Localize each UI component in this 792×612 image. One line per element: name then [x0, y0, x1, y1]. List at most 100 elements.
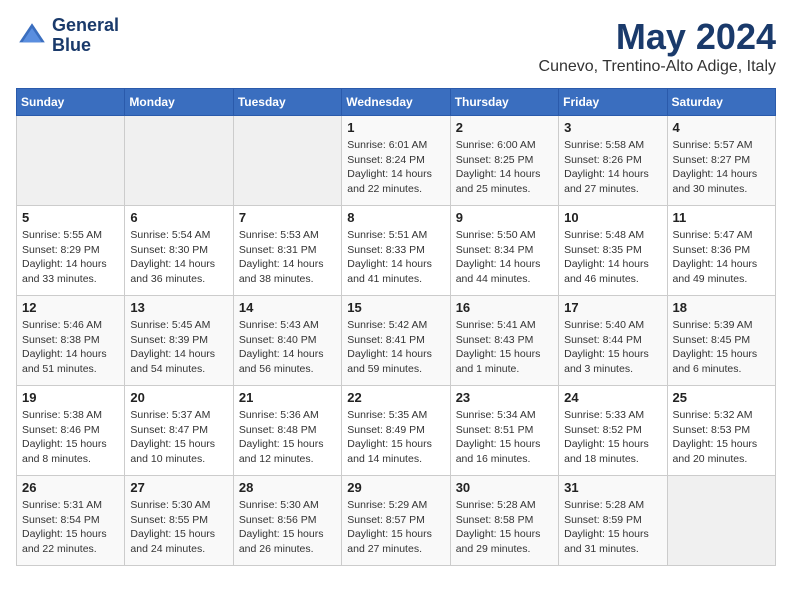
day-info: Sunrise: 5:57 AMSunset: 8:27 PMDaylight:… — [673, 138, 770, 197]
calendar-body: 1Sunrise: 6:01 AMSunset: 8:24 PMDaylight… — [17, 116, 776, 566]
page-header: General Blue May 2024 Cunevo, Trentino-A… — [16, 16, 776, 76]
day-info: Sunrise: 5:41 AMSunset: 8:43 PMDaylight:… — [456, 318, 553, 377]
calendar-cell — [667, 476, 775, 566]
calendar-cell: 17Sunrise: 5:40 AMSunset: 8:44 PMDayligh… — [559, 296, 667, 386]
day-number: 30 — [456, 480, 553, 495]
logo-icon — [16, 20, 48, 52]
calendar-cell: 10Sunrise: 5:48 AMSunset: 8:35 PMDayligh… — [559, 206, 667, 296]
logo: General Blue — [16, 16, 119, 56]
day-info: Sunrise: 5:38 AMSunset: 8:46 PMDaylight:… — [22, 408, 119, 467]
calendar-cell: 18 Sunrise: 5:39 AMSunset: 8:45 PMDayligh… — [667, 296, 775, 386]
day-info: Sunrise: 5:51 AMSunset: 8:33 PMDaylight:… — [347, 228, 444, 287]
day-info: Sunrise: 6:01 AMSunset: 8:24 PMDaylight:… — [347, 138, 444, 197]
calendar-cell: 15 Sunrise: 5:42 AMSunset: 8:41 PMDayligh… — [342, 296, 450, 386]
day-info: Sunrise: 5:50 AMSunset: 8:34 PMDaylight:… — [456, 228, 553, 287]
day-info: Sunrise: 5:31 AMSunset: 8:54 PMDaylight:… — [22, 498, 119, 557]
calendar-cell: 2Sunrise: 6:00 AMSunset: 8:25 PMDaylight… — [450, 116, 558, 206]
calendar-cell: 22 Sunrise: 5:35 AMSunset: 8:49 PMDayligh… — [342, 386, 450, 476]
day-info: Sunrise: 5:53 AMSunset: 8:31 PMDaylight:… — [239, 228, 336, 287]
day-number: 26 — [22, 480, 119, 495]
weekday-header-sunday: Sunday — [17, 89, 125, 116]
calendar-cell: 14 Sunrise: 5:43 AMSunset: 8:40 PMDayligh… — [233, 296, 341, 386]
day-info: Sunrise: 5:28 AMSunset: 8:58 PMDaylight:… — [456, 498, 553, 557]
day-info: Sunrise: 5:28 AMSunset: 8:59 PMDaylight:… — [564, 498, 661, 557]
calendar-cell: 9Sunrise: 5:50 AMSunset: 8:34 PMDaylight… — [450, 206, 558, 296]
day-number: 2 — [456, 120, 553, 135]
calendar-cell: 29Sunrise: 5:29 AMSunset: 8:57 PMDayligh… — [342, 476, 450, 566]
day-number: 20 — [130, 390, 227, 405]
calendar-cell: 28Sunrise: 5:30 AMSunset: 8:56 PMDayligh… — [233, 476, 341, 566]
calendar-table: SundayMondayTuesdayWednesdayThursdayFrid… — [16, 88, 776, 566]
calendar-cell: 30 Sunrise: 5:28 AMSunset: 8:58 PMDayligh… — [450, 476, 558, 566]
day-number: 19 — [22, 390, 119, 405]
calendar-cell: 24Sunrise: 5:33 AMSunset: 8:52 PMDayligh… — [559, 386, 667, 476]
day-number: 22 — [347, 390, 444, 405]
day-number: 8 — [347, 210, 444, 225]
day-info: Sunrise: 5:37 AMSunset: 8:47 PMDaylight:… — [130, 408, 227, 467]
calendar-cell: 27 Sunrise: 5:30 AMSunset: 8:55 PMDayligh… — [125, 476, 233, 566]
day-number: 16 — [456, 300, 553, 315]
day-info: Sunrise: 5:45 AMSunset: 8:39 PMDaylight:… — [130, 318, 227, 377]
calendar-cell: 19 Sunrise: 5:38 AMSunset: 8:46 PMDayligh… — [17, 386, 125, 476]
day-number: 21 — [239, 390, 336, 405]
day-number: 28 — [239, 480, 336, 495]
day-info: Sunrise: 5:58 AMSunset: 8:26 PMDaylight:… — [564, 138, 661, 197]
day-number: 5 — [22, 210, 119, 225]
day-info: Sunrise: 5:32 AMSunset: 8:53 PMDaylight:… — [673, 408, 770, 467]
calendar-cell: 3 Sunrise: 5:58 AMSunset: 8:26 PMDaylight… — [559, 116, 667, 206]
calendar-cell: 21 Sunrise: 5:36 AMSunset: 8:48 PMDayligh… — [233, 386, 341, 476]
location-subtitle: Cunevo, Trentino-Alto Adige, Italy — [539, 58, 776, 76]
day-number: 15 — [347, 300, 444, 315]
logo-text: General Blue — [52, 16, 119, 56]
calendar-cell: 11Sunrise: 5:47 AMSunset: 8:36 PMDayligh… — [667, 206, 775, 296]
weekday-header-thursday: Thursday — [450, 89, 558, 116]
week-row-4: 19 Sunrise: 5:38 AMSunset: 8:46 PMDayligh… — [17, 386, 776, 476]
day-info: Sunrise: 5:36 AMSunset: 8:48 PMDaylight:… — [239, 408, 336, 467]
day-info: Sunrise: 5:42 AMSunset: 8:41 PMDaylight:… — [347, 318, 444, 377]
day-info: Sunrise: 5:35 AMSunset: 8:49 PMDaylight:… — [347, 408, 444, 467]
day-number: 31 — [564, 480, 661, 495]
day-info: Sunrise: 5:47 AMSunset: 8:36 PMDaylight:… — [673, 228, 770, 287]
calendar-cell: 1Sunrise: 6:01 AMSunset: 8:24 PMDaylight… — [342, 116, 450, 206]
weekday-header-friday: Friday — [559, 89, 667, 116]
week-row-5: 26 Sunrise: 5:31 AMSunset: 8:54 PMDayligh… — [17, 476, 776, 566]
weekday-header-saturday: Saturday — [667, 89, 775, 116]
calendar-cell: 7Sunrise: 5:53 AMSunset: 8:31 PMDaylight… — [233, 206, 341, 296]
day-number: 6 — [130, 210, 227, 225]
day-number: 4 — [673, 120, 770, 135]
day-info: Sunrise: 5:55 AMSunset: 8:29 PMDaylight:… — [22, 228, 119, 287]
day-number: 25 — [673, 390, 770, 405]
calendar-cell: 20 Sunrise: 5:37 AMSunset: 8:47 PMDayligh… — [125, 386, 233, 476]
day-info: Sunrise: 5:29 AMSunset: 8:57 PMDaylight:… — [347, 498, 444, 557]
title-block: May 2024 Cunevo, Trentino-Alto Adige, It… — [539, 16, 776, 76]
month-title: May 2024 — [539, 16, 776, 58]
calendar-cell: 8 Sunrise: 5:51 AMSunset: 8:33 PMDaylight… — [342, 206, 450, 296]
weekday-row: SundayMondayTuesdayWednesdayThursdayFrid… — [17, 89, 776, 116]
calendar-cell: 23 Sunrise: 5:34 AMSunset: 8:51 PMDayligh… — [450, 386, 558, 476]
day-number: 3 — [564, 120, 661, 135]
calendar-cell: 26 Sunrise: 5:31 AMSunset: 8:54 PMDayligh… — [17, 476, 125, 566]
calendar-cell: 25 Sunrise: 5:32 AMSunset: 8:53 PMDayligh… — [667, 386, 775, 476]
day-info: Sunrise: 5:30 AMSunset: 8:55 PMDaylight:… — [130, 498, 227, 557]
day-info: Sunrise: 5:39 AMSunset: 8:45 PMDaylight:… — [673, 318, 770, 377]
calendar-cell: 16 Sunrise: 5:41 AMSunset: 8:43 PMDayligh… — [450, 296, 558, 386]
calendar-cell: 6Sunrise: 5:54 AMSunset: 8:30 PMDaylight… — [125, 206, 233, 296]
day-info: Sunrise: 5:43 AMSunset: 8:40 PMDaylight:… — [239, 318, 336, 377]
day-info: Sunrise: 5:48 AMSunset: 8:35 PMDaylight:… — [564, 228, 661, 287]
weekday-header-monday: Monday — [125, 89, 233, 116]
calendar-cell: 4 Sunrise: 5:57 AMSunset: 8:27 PMDaylight… — [667, 116, 775, 206]
calendar-cell: 13Sunrise: 5:45 AMSunset: 8:39 PMDayligh… — [125, 296, 233, 386]
calendar-header: SundayMondayTuesdayWednesdayThursdayFrid… — [17, 89, 776, 116]
day-number: 27 — [130, 480, 227, 495]
weekday-header-wednesday: Wednesday — [342, 89, 450, 116]
day-number: 12 — [22, 300, 119, 315]
calendar-cell: 5 Sunrise: 5:55 AMSunset: 8:29 PMDaylight… — [17, 206, 125, 296]
day-number: 23 — [456, 390, 553, 405]
week-row-1: 1Sunrise: 6:01 AMSunset: 8:24 PMDaylight… — [17, 116, 776, 206]
calendar-cell: 12Sunrise: 5:46 AMSunset: 8:38 PMDayligh… — [17, 296, 125, 386]
day-info: Sunrise: 5:40 AMSunset: 8:44 PMDaylight:… — [564, 318, 661, 377]
day-number: 14 — [239, 300, 336, 315]
day-number: 18 — [673, 300, 770, 315]
day-info: Sunrise: 5:33 AMSunset: 8:52 PMDaylight:… — [564, 408, 661, 467]
day-info: Sunrise: 5:34 AMSunset: 8:51 PMDaylight:… — [456, 408, 553, 467]
